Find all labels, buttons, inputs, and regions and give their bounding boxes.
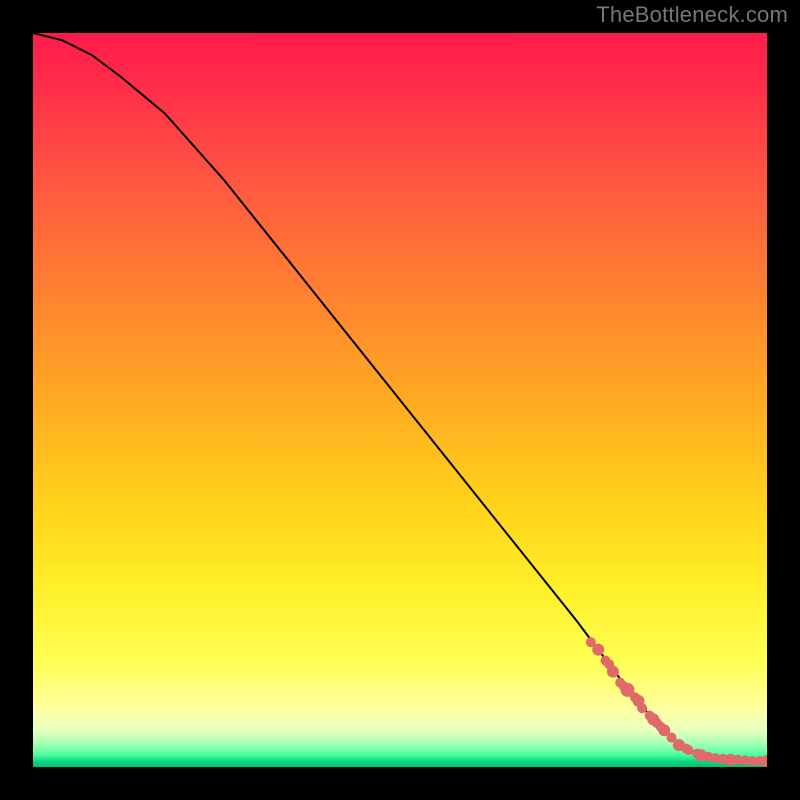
scatter-point: [637, 703, 647, 713]
chart-overlay: [33, 33, 767, 767]
chart-frame: TheBottleneck.com: [0, 0, 800, 800]
plot-area: [33, 33, 767, 767]
scatter-point: [684, 745, 694, 755]
scatter-point-group: [586, 637, 767, 767]
scatter-point: [592, 644, 604, 656]
guide-curve-line: [33, 33, 767, 762]
attribution-text: TheBottleneck.com: [596, 2, 788, 28]
scatter-point: [607, 666, 619, 678]
